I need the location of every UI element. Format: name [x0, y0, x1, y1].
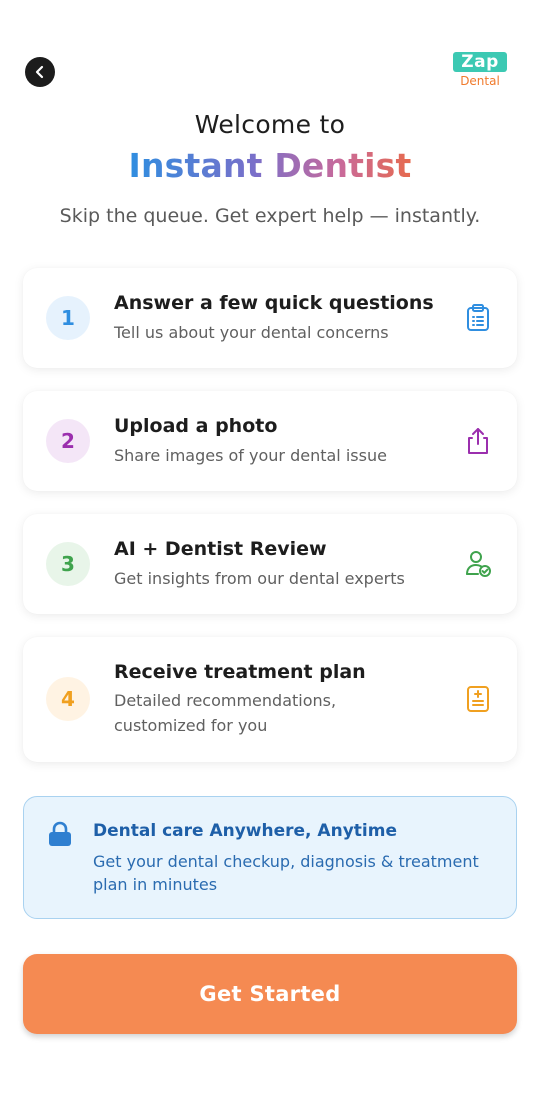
user-check-icon: [462, 548, 494, 580]
step-title: Receive treatment plan: [114, 661, 366, 683]
step-number-badge: 4: [46, 677, 90, 721]
step-description: Tell us about your dental concerns: [114, 323, 389, 342]
step-description: Share images of your dental issue: [114, 446, 387, 465]
step-number-badge: 2: [46, 419, 90, 463]
step-number-badge: 3: [46, 542, 90, 586]
info-title: Dental care Anywhere, Anytime: [93, 821, 397, 841]
step-description: Get insights from our dental experts: [114, 569, 405, 588]
welcome-heading: Welcome to: [194, 110, 346, 139]
logo-dental-text: Dental: [460, 74, 500, 88]
medical-plan-icon: [462, 683, 494, 715]
step-number-badge: 1: [46, 296, 90, 340]
brand-title: Instant Dentist: [0, 146, 540, 185]
clipboard-list-icon: [462, 302, 494, 334]
logo-zap-text: Zap: [453, 52, 507, 72]
info-text: Get your dental checkup, diagnosis & tre…: [93, 852, 479, 894]
chevron-left-icon: [35, 65, 44, 79]
step-card-3: 3 AI + Dentist Review Get insights from …: [23, 514, 517, 614]
step-title: Answer a few quick questions: [114, 292, 434, 314]
info-banner: Dental care Anywhere, Anytime Get your d…: [23, 796, 517, 919]
welcome-screen: Zap Dental Welcome to Instant Dentist Sk…: [0, 0, 540, 1101]
step-title: AI + Dentist Review: [114, 538, 327, 560]
lock-icon: [49, 821, 71, 846]
zap-dental-logo: Zap Dental: [453, 52, 507, 90]
step-title: Upload a photo: [114, 415, 278, 437]
back-button[interactable]: [25, 57, 55, 87]
step-card-1: 1 Answer a few quick questions Tell us a…: [23, 268, 517, 368]
tagline: Skip the queue. Get expert help — instan…: [59, 205, 481, 227]
upload-icon: [462, 425, 494, 457]
step-card-4: 4 Receive treatment plan Detailed recomm…: [23, 637, 517, 762]
step-description: Detailed recommendations, customized for…: [114, 691, 337, 735]
get-started-button[interactable]: Get Started: [23, 954, 517, 1034]
brand-title-text: Instant Dentist: [128, 146, 412, 185]
step-card-2: 2 Upload a photo Share images of your de…: [23, 391, 517, 491]
